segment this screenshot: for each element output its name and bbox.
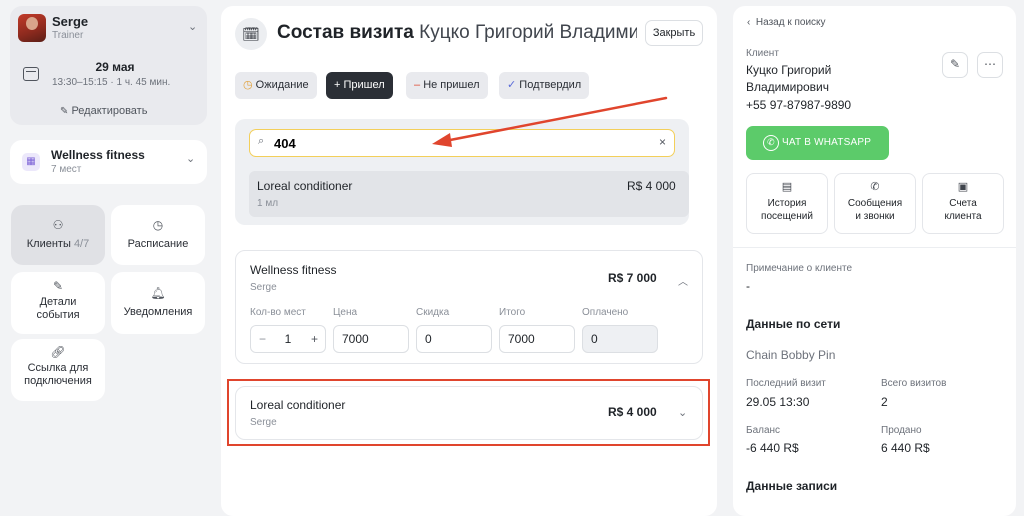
paid-label: Оплачено: [582, 307, 629, 318]
search-result-item[interactable]: Loreal conditioner 1 мл R$ 4 000: [249, 171, 689, 217]
client-name-line1: Куцко Григорий: [746, 63, 832, 77]
service-total: R$ 7 000: [608, 271, 657, 285]
whatsapp-icon: ✆: [763, 135, 779, 151]
search-area: ⌕ × Loreal conditioner 1 мл R$ 4 000: [235, 119, 689, 225]
result-unit: 1 мл: [257, 198, 279, 209]
status-no-show-chip[interactable]: – Не пришел: [406, 72, 488, 99]
client-name-title: Куцко Григорий Владими...: [419, 22, 637, 43]
more-icon[interactable]: ⋯: [977, 52, 1003, 78]
link-icon: 🔗︎: [50, 345, 66, 359]
venue-name: Wellness fitness: [51, 148, 145, 162]
note-value: -: [746, 279, 750, 293]
client-invoices-button[interactable]: ▣ Счета клиента: [922, 173, 1004, 234]
venue-capacity: 7 мест: [51, 164, 82, 175]
price-label: Цена: [333, 307, 358, 318]
service-trainer: Serge: [250, 282, 277, 293]
calendar-clock-icon: 🗓︎: [235, 18, 267, 50]
discount-label: Скидка: [416, 307, 450, 318]
quantity-stepper: − 1 +: [250, 325, 326, 353]
appointment-date: 29 мая: [95, 60, 135, 74]
last-visit-label: Последний визит: [746, 378, 826, 389]
item-total-field[interactable]: 7000: [499, 325, 575, 353]
paid-field: 0: [582, 325, 658, 353]
discount-field[interactable]: 0: [416, 325, 492, 353]
nav-connection-link[interactable]: 🔗︎ Ссылка для подключения: [11, 339, 105, 401]
note-label: Примечание о клиенте: [746, 263, 853, 274]
clear-icon[interactable]: ×: [659, 135, 666, 149]
search-input-wrapper: ⌕ ×: [249, 129, 675, 157]
service-name: Wellness fitness: [250, 263, 337, 277]
whatsapp-button[interactable]: ✆ ЧАТ В WHATSAPP: [746, 126, 889, 160]
search-icon: ⌕: [258, 135, 265, 147]
chevron-left-icon: ‹: [747, 17, 751, 28]
qty-label: Кол-во мест: [250, 307, 306, 318]
visit-history-button[interactable]: ▤ История посещений: [746, 173, 828, 234]
user-name: Serge: [52, 14, 89, 29]
back-link[interactable]: ‹ Назад к поиску: [747, 17, 826, 28]
edit-button[interactable]: ✎ Редактировать: [60, 105, 147, 117]
service-item: Wellness fitness Serge R$ 7 000 ︿ Кол-во…: [235, 250, 703, 364]
plus-icon[interactable]: +: [311, 326, 318, 352]
chevron-up-icon[interactable]: ︿: [678, 273, 688, 288]
status-confirmed-chip[interactable]: ✓ Подтвердил: [499, 72, 590, 99]
search-input[interactable]: [274, 134, 654, 152]
chevron-down-icon: ⌄: [186, 153, 196, 165]
plus-icon: +: [334, 79, 341, 91]
status-arrived-chip[interactable]: + Пришел: [326, 72, 393, 99]
sold-label: Продано: [881, 425, 922, 436]
balance-label: Баланс: [746, 425, 781, 436]
close-button[interactable]: Закрыть: [645, 20, 703, 46]
network-name: Chain Bobby Pin: [746, 348, 836, 362]
venue-selector[interactable]: ▦ Wellness fitness 7 мест ⌄: [10, 140, 207, 184]
user-role: Trainer: [52, 30, 84, 41]
sold-value: 6 440 R$: [881, 441, 930, 455]
appointment-time: 13:30–15:15 · 1 ч. 45 мин.: [52, 77, 171, 88]
balance-value: -6 440 R$: [746, 441, 799, 455]
phone-icon: ✆: [870, 181, 880, 193]
total-label: Итого: [499, 307, 526, 318]
avatar: [18, 14, 46, 42]
appointment-card: Serge Trainer ⌄ 29 мая 13:30–15:15 · 1 ч…: [10, 6, 207, 125]
pencil-icon: ✎: [60, 106, 69, 117]
messages-calls-button[interactable]: ✆ Сообщения и звонки: [834, 173, 916, 234]
result-name: Loreal conditioner: [257, 179, 353, 193]
clock-icon: ◷: [243, 79, 253, 91]
chevron-down-icon[interactable]: ⌄: [188, 20, 197, 33]
result-price: R$ 4 000: [627, 179, 676, 193]
minus-icon[interactable]: −: [259, 326, 266, 352]
last-visit-value: 29.05 13:30: [746, 395, 810, 409]
history-icon: ▤: [781, 181, 793, 193]
client-panel: ‹ Назад к поиску Клиент Куцко Григорий В…: [733, 6, 1016, 516]
price-field[interactable]: 7000: [333, 325, 409, 353]
calendar-venue-icon: ▦: [22, 153, 40, 171]
calendar-icon: [23, 67, 39, 81]
total-visits-label: Всего визитов: [881, 378, 947, 389]
client-phone: +55 97-87987-9890: [746, 98, 852, 112]
page-title: Состав визита Куцко Григорий Владими...: [277, 22, 637, 44]
highlight-box: [227, 379, 710, 446]
people-icon: ⚇: [52, 218, 64, 232]
client-section-label: Клиент: [746, 48, 779, 59]
nav-schedule[interactable]: ◷ Расписание: [111, 205, 205, 265]
briefcase-icon: ▣: [957, 181, 969, 193]
check-icon: ✓: [507, 79, 517, 91]
network-title: Данные по сети: [746, 317, 841, 331]
client-name-line2: Владимирович: [746, 80, 830, 94]
nav-clients[interactable]: ⚇ Клиенты 4/7: [11, 205, 105, 265]
nav-event-details[interactable]: ✎ Детали события: [11, 272, 105, 334]
minus-icon: –: [414, 79, 421, 91]
record-title: Данные записи: [746, 479, 838, 493]
total-visits-value: 2: [881, 395, 888, 409]
status-waiting-chip[interactable]: ◷ Ожидание: [235, 72, 317, 99]
edit-doc-icon: ✎: [52, 279, 64, 293]
bell-icon: 🔔︎: [150, 286, 166, 300]
divider: [733, 247, 1016, 248]
nav-notifications[interactable]: 🔔︎ Уведомления: [111, 272, 205, 334]
pencil-icon[interactable]: ✎: [942, 52, 968, 78]
clock-icon: ◷: [152, 218, 164, 232]
